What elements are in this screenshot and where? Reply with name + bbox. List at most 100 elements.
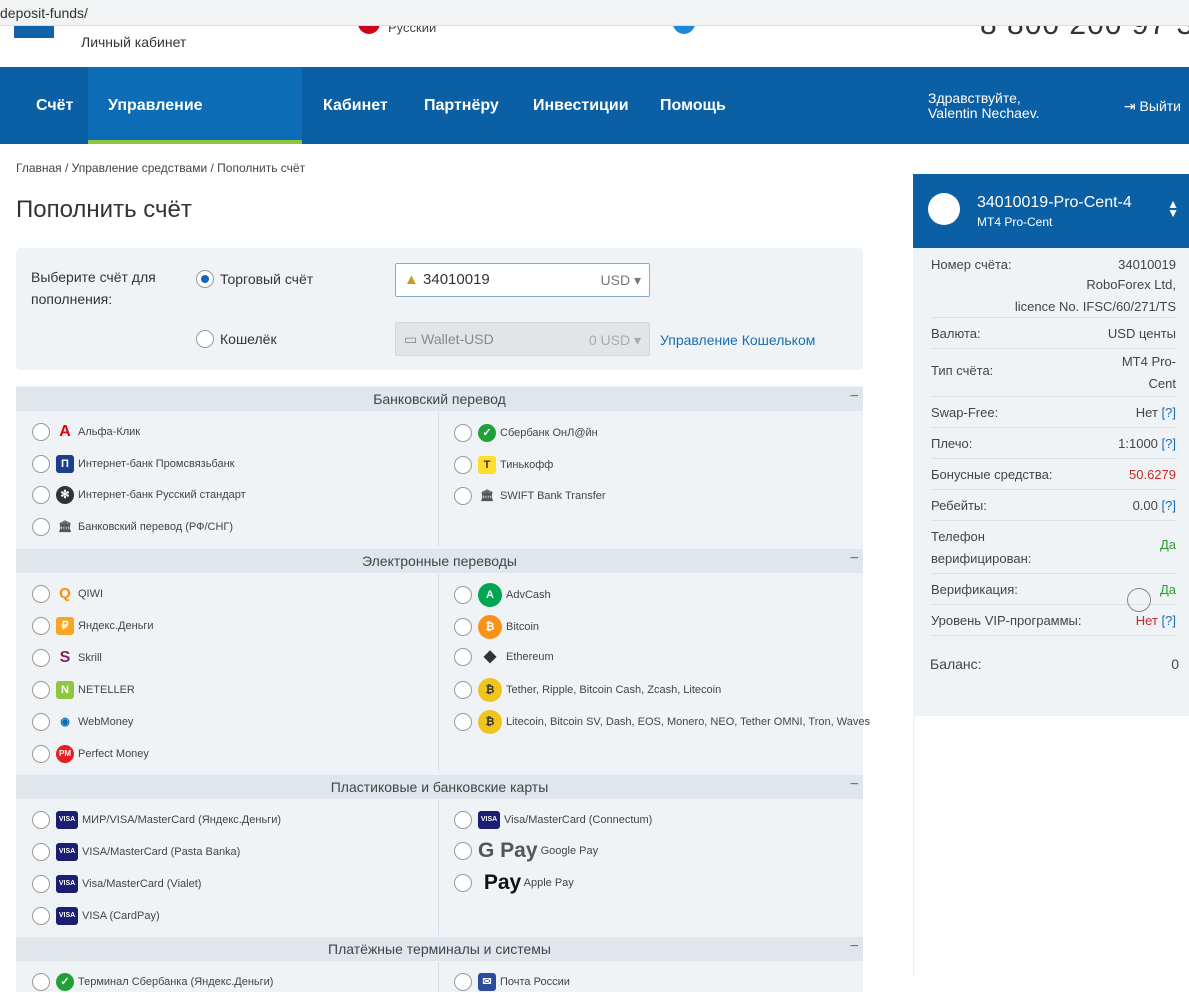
help-link[interactable]: [?]	[1162, 613, 1176, 628]
method-card-yandex[interactable]: VISA МИР/VISA/MasterCard (Яндекс.Деньги)	[32, 809, 281, 831]
radio-icon	[454, 811, 472, 830]
radio-icon	[454, 842, 472, 861]
method-crypto1[interactable]: ₿ Tether, Ripple, Bitcoin Cash, Zcash, Li…	[454, 678, 721, 702]
swift-icon: 🏛	[480, 490, 494, 503]
radio-icon	[454, 618, 472, 636]
radio-icon	[32, 843, 50, 862]
trading-radio[interactable]: Торговый счёт	[196, 270, 313, 288]
nav-account[interactable]: Счёт	[36, 67, 73, 144]
help-link[interactable]: [?]	[1162, 436, 1176, 451]
help-link[interactable]: [?]	[1162, 405, 1176, 420]
method-tinkoff[interactable]: Т Тинькофф	[454, 454, 553, 476]
method-pochta[interactable]: ✉ Почта России	[454, 971, 570, 993]
account-value: 34010019	[423, 271, 490, 288]
skrill-icon: S	[59, 649, 71, 667]
card-icon: VISA	[56, 875, 78, 894]
method-card-vialet[interactable]: VISA Visa/MasterCard (Vialet)	[32, 873, 201, 895]
method-swift[interactable]: 🏛 SWIFT Bank Transfer	[454, 485, 606, 507]
radio-icon	[196, 270, 214, 288]
row-value: 1:1000 [?]	[1118, 428, 1176, 459]
method-card-cardpay[interactable]: VISA VISA (CardPay)	[32, 905, 160, 927]
account-dropdown[interactable]: ▲ 34010019 USD ▾	[395, 263, 650, 297]
method-sber-terminal[interactable]: ✓ Терминал Сбербанка (Яндекс.Деньги)	[32, 971, 273, 993]
method-card-connectum[interactable]: VISA Visa/MasterCard (Connectum)	[454, 809, 652, 831]
collapse-icon[interactable]: −	[850, 547, 859, 571]
help-link[interactable]: [?]	[1162, 498, 1176, 513]
method-alfa[interactable]: A Альфа-Клик	[32, 421, 140, 443]
section-bank-header[interactable]: Банковский перевод −	[16, 387, 863, 411]
row-key: Ребейты:	[931, 498, 987, 513]
address-bar[interactable]: deposit-funds/	[0, 0, 1189, 26]
row-number: Номер счёта: 34010019	[931, 248, 1176, 274]
radio-icon	[454, 973, 472, 992]
method-yandex[interactable]: ₽ Яндекс.Деньги	[32, 615, 154, 637]
wallet-currency: 0 USD ▾	[588, 332, 641, 348]
nav-help[interactable]: Помощь	[660, 67, 726, 144]
page-title: Пополнить счёт	[16, 196, 192, 223]
method-skrill[interactable]: S Skrill	[32, 647, 102, 669]
wallet-dropdown[interactable]: ▭ Wallet-USD 0 USD ▾	[395, 322, 650, 356]
account-name: 34010019-Pro-Cent-4	[977, 194, 1132, 211]
section-terminals-header[interactable]: Платёжные терминалы и системы −	[16, 937, 863, 961]
radio-icon	[454, 487, 472, 506]
nav-cabinet[interactable]: Кабинет	[323, 67, 388, 144]
method-ethereum[interactable]: ◆ Ethereum	[454, 646, 554, 668]
method-sber[interactable]: ✓ Сбербанк ОнЛ@йн	[454, 422, 598, 444]
manage-wallet-link[interactable]: Управление Кошельком	[660, 332, 815, 348]
method-card-pasta[interactable]: VISA VISA/MasterCard (Pasta Banka)	[32, 841, 240, 863]
account-type: MT4 Pro-Cent	[977, 215, 1053, 229]
globe-icon[interactable]	[673, 26, 695, 34]
webmoney-icon: ◉	[60, 716, 70, 729]
method-googlepay[interactable]: G Pay Google Pay	[454, 838, 598, 864]
logout-button[interactable]: ⇥ Выйти	[1124, 98, 1181, 115]
method-qiwi[interactable]: Q QIWI	[32, 583, 103, 605]
method-webmoney[interactable]: ◉ WebMoney	[32, 711, 133, 733]
row-value: Нет [?]	[1136, 397, 1176, 428]
language-label[interactable]: Русский	[388, 26, 436, 35]
nav-invest[interactable]: Инвестиции	[533, 67, 629, 144]
method-applepay[interactable]: Pay Apple Pay	[454, 870, 574, 896]
ethereum-icon: ◆	[483, 648, 497, 666]
divider	[438, 574, 439, 771]
row-key: Бонусные средства:	[931, 467, 1053, 482]
radio-icon	[32, 875, 50, 894]
section-cards-header[interactable]: Пластиковые и банковские карты −	[16, 775, 863, 799]
method-crypto2[interactable]: ₿ Litecoin, Bitcoin SV, Dash, EOS, Monero…	[454, 710, 870, 734]
sort-arrows-icon[interactable]: ▲ ▼	[1167, 198, 1179, 219]
row-key: Телефон верифицирован:	[931, 526, 1031, 570]
nav-funds[interactable]: Управление средствами	[88, 67, 302, 191]
section-ewallet-header[interactable]: Электронные переводы −	[16, 549, 863, 573]
user-name: Valentin Nechaev.	[928, 105, 1040, 121]
type-part1: MT4 Pro-	[1121, 354, 1176, 369]
method-perfectmoney[interactable]: PM Perfect Money	[32, 743, 149, 765]
row-value: 50.6279	[1129, 467, 1176, 482]
method-label: Яндекс.Деньги	[78, 620, 154, 632]
row-key: Тип счёта:	[931, 363, 994, 378]
collapse-icon[interactable]: −	[850, 385, 859, 409]
row-key: Уровень VIP-программы:	[931, 613, 1082, 628]
radio-icon	[454, 713, 472, 731]
account-currency: USD ▾	[600, 272, 641, 288]
radio-icon	[454, 456, 472, 475]
method-label: Perfect Money	[78, 748, 149, 760]
method-bitcoin[interactable]: ₿ Bitcoin	[454, 615, 539, 639]
method-label: VISA/MasterCard (Pasta Banka)	[82, 846, 241, 858]
logo[interactable]	[14, 26, 54, 38]
method-advcash[interactable]: A AdvCash	[454, 583, 551, 607]
collapse-icon[interactable]: −	[850, 935, 859, 959]
flag-icon[interactable]	[358, 26, 380, 34]
row-balance: Баланс: 0	[930, 636, 1179, 716]
row-value: Да	[1159, 582, 1176, 597]
method-neteller[interactable]: N NETELLER	[32, 679, 135, 701]
method-bank[interactable]: 🏛 Банковский перевод (РФ/СНГ)	[32, 516, 233, 538]
radio-icon	[32, 585, 50, 604]
top-header: Личный кабинет Русский 8 800 200 97 37	[0, 26, 1189, 67]
wallet-radio[interactable]: Кошелёк	[196, 330, 277, 348]
nav-partner[interactable]: Партнёру	[424, 67, 499, 144]
mt4-icon: ▲	[404, 271, 424, 288]
account-switcher[interactable]: 34010019-Pro-Cent-4 MT4 Pro-Cent ▲ ▼	[913, 174, 1189, 248]
method-rs[interactable]: ✻ Интернет-банк Русский стандарт	[32, 484, 246, 506]
collapse-icon[interactable]: −	[850, 773, 859, 797]
method-psb[interactable]: П Интернет-банк Промсвязьбанк	[32, 453, 234, 475]
method-label: NETELLER	[78, 684, 135, 696]
